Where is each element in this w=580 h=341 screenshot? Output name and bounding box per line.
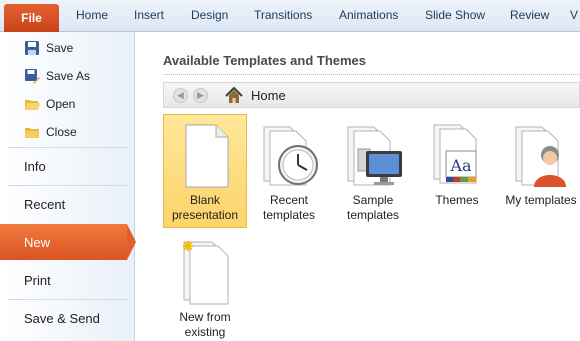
open-label: Open xyxy=(46,97,76,111)
tab-animations[interactable]: Animations xyxy=(339,8,398,22)
clock-icon xyxy=(263,126,318,186)
back-button[interactable]: ◀ xyxy=(173,88,188,103)
save-as-label: Save As xyxy=(46,69,91,83)
template-blank-presentation[interactable]: Blank presentation xyxy=(163,114,247,228)
tab-design[interactable]: Design xyxy=(191,8,228,22)
active-section-arrow xyxy=(127,224,136,260)
blank-page-icon xyxy=(185,124,229,188)
template-label: New from existing xyxy=(179,310,231,339)
template-new-from-existing[interactable]: New from existing xyxy=(163,231,247,341)
section-recent[interactable]: Recent xyxy=(0,186,135,222)
section-new[interactable]: New xyxy=(0,224,127,260)
monitor-icon xyxy=(347,126,402,186)
tab-review[interactable]: Review xyxy=(510,8,549,22)
save-as-icon xyxy=(25,69,40,84)
backstage-nav: Save Save As Open Close Info Recent New … xyxy=(0,32,136,341)
new-from-existing-icon xyxy=(183,241,229,305)
close-folder-icon xyxy=(25,128,39,138)
save-command[interactable]: Save xyxy=(24,38,73,58)
tab-transitions[interactable]: Transitions xyxy=(254,8,312,22)
forward-button[interactable]: ▶ xyxy=(193,88,208,103)
template-label: Sample templates xyxy=(346,193,400,222)
tab-file[interactable]: File xyxy=(4,4,59,32)
template-label: My templates xyxy=(505,193,577,207)
home-icon[interactable] xyxy=(225,87,243,104)
svg-text:Aa: Aa xyxy=(449,156,472,175)
close-command[interactable]: Close xyxy=(24,122,77,142)
templates-pane: Available Templates and Themes ◀ ▶ Home … xyxy=(136,32,580,341)
breadcrumb-home[interactable]: Home xyxy=(251,88,286,103)
user-icon xyxy=(515,126,566,187)
template-my-templates[interactable]: My templates xyxy=(499,114,580,228)
save-as-command[interactable]: Save As xyxy=(24,66,90,86)
section-print[interactable]: Print xyxy=(0,262,135,298)
template-label: Recent templates xyxy=(262,193,316,222)
open-folder-icon xyxy=(25,100,40,110)
ribbon-tab-bar: File Home Insert Design Transitions Anim… xyxy=(0,0,580,32)
tab-insert[interactable]: Insert xyxy=(134,8,164,22)
location-bar: ◀ ▶ Home xyxy=(163,82,580,108)
template-label: Themes xyxy=(435,193,479,207)
divider xyxy=(163,74,580,75)
open-command[interactable]: Open xyxy=(24,94,75,114)
template-themes[interactable]: Aa Themes xyxy=(415,114,499,228)
tab-view[interactable]: V xyxy=(570,8,578,22)
template-recent-templates[interactable]: Recent templates xyxy=(247,114,331,228)
template-sample-templates[interactable]: Sample templates xyxy=(331,114,415,228)
tab-home[interactable]: Home xyxy=(76,8,108,22)
tab-slide-show[interactable]: Slide Show xyxy=(425,8,485,22)
close-label: Close xyxy=(46,125,77,139)
forward-arrow-icon: ▶ xyxy=(197,90,204,100)
save-icon xyxy=(25,41,39,55)
save-label: Save xyxy=(46,41,74,55)
themes-icon: Aa xyxy=(433,124,477,184)
section-info[interactable]: Info xyxy=(0,148,135,184)
back-arrow-icon: ◀ xyxy=(177,90,184,100)
page-title: Available Templates and Themes xyxy=(163,53,367,68)
section-save-and-send[interactable]: Save & Send xyxy=(0,300,135,336)
template-label: Blank presentation xyxy=(171,193,239,222)
